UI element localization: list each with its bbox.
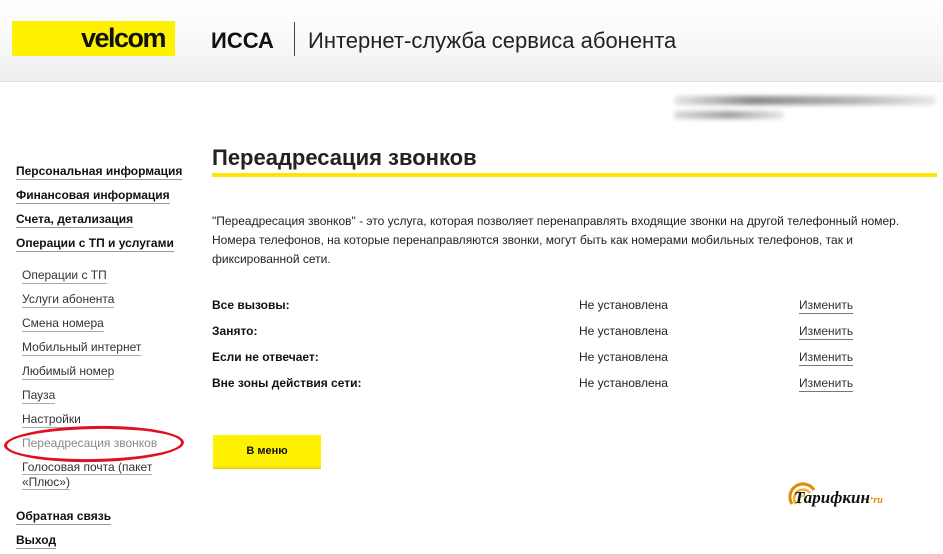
sidebar-item-tp-operations[interactable]: Операции с ТП и услугами xyxy=(16,235,174,252)
sidebar-item-logout[interactable]: Выход xyxy=(16,532,57,549)
sidebar-subitem-favorite-number[interactable]: Любимый номер xyxy=(22,364,115,380)
forwarding-row-all-calls: Все вызовы: Не установлена Изменить xyxy=(212,297,862,315)
sidebar-subitem-settings[interactable]: Настройки xyxy=(22,412,81,428)
sidebar-subitem-mobile-internet[interactable]: Мобильный интернет xyxy=(22,340,142,356)
title-underline xyxy=(212,173,937,177)
forwarding-label: Вне зоны действия сети: xyxy=(212,376,362,390)
app-subtitle: Интернет-служба сервиса абонента xyxy=(308,28,677,53)
back-to-menu-button[interactable]: В меню xyxy=(213,435,321,468)
sidebar-item-personal-info[interactable]: Персональная информация xyxy=(16,163,183,180)
change-link-out-of-coverage[interactable]: Изменить xyxy=(799,375,854,392)
forwarding-status: Не установлена xyxy=(579,376,668,390)
change-link-all-calls[interactable]: Изменить xyxy=(799,297,854,314)
forwarding-status: Не установлена xyxy=(579,324,668,338)
forwarding-label: Занято: xyxy=(212,324,258,338)
highlight-ring-annotation xyxy=(3,424,185,464)
forwarding-row-no-answer: Если не отвечает: Не установлена Изменит… xyxy=(212,349,862,367)
forwarding-label: Все вызовы: xyxy=(212,298,290,312)
header-divider xyxy=(294,22,295,56)
change-link-no-answer[interactable]: Изменить xyxy=(799,349,854,366)
header: velcom ИССА Интернет-служба сервиса абон… xyxy=(0,0,943,82)
sidebar-item-feedback[interactable]: Обратная связь xyxy=(16,508,112,525)
voicemail-label: Голосовая почта (пакет «Плюс») xyxy=(22,460,153,490)
sidebar-subitem-subscriber-services[interactable]: Услуги абонента xyxy=(22,292,115,308)
watermark-name: Тарифкин xyxy=(794,488,870,507)
forwarding-row-busy: Занято: Не установлена Изменить xyxy=(212,323,862,341)
forwarding-row-out-of-coverage: Вне зоны действия сети: Не установлена И… xyxy=(212,375,862,393)
sidebar-subitem-pause[interactable]: Пауза xyxy=(22,388,56,404)
sidebar-item-bills[interactable]: Счета, детализация xyxy=(16,211,134,228)
forwarding-label: Если не отвечает: xyxy=(212,350,319,364)
sidebar-subitem-change-number[interactable]: Смена номера xyxy=(22,316,104,332)
app-name: ИССА xyxy=(211,28,274,53)
tarifkin-watermark: Тарифкин·ru xyxy=(786,478,916,514)
forwarding-status: Не установлена xyxy=(579,350,668,364)
forwarding-status: Не установлена xyxy=(579,298,668,312)
blurred-user-info xyxy=(674,92,936,124)
watermark-text: Тарифкин·ru xyxy=(794,488,883,507)
sidebar-subitem-voicemail[interactable]: Голосовая почта (пакет «Плюс») xyxy=(22,460,172,490)
watermark-domain: ru xyxy=(873,495,883,506)
service-description: "Переадресация звонков" - это услуга, ко… xyxy=(212,214,900,266)
change-link-busy[interactable]: Изменить xyxy=(799,323,854,340)
velcom-logo[interactable]: velcom xyxy=(12,21,175,56)
page-title: Переадресация звонков xyxy=(212,145,477,170)
sidebar-subitem-tp-ops[interactable]: Операции с ТП xyxy=(22,268,107,284)
logo-text: velcom xyxy=(80,23,167,53)
sidebar-item-financial-info[interactable]: Финансовая информация xyxy=(16,187,170,204)
